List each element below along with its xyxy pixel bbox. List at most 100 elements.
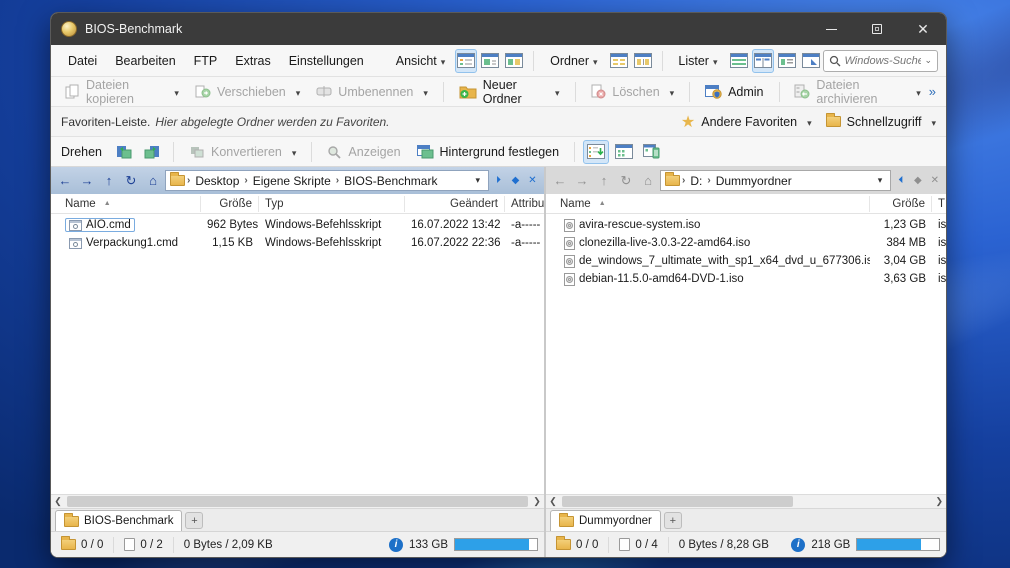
cleanup-button[interactable] xyxy=(639,140,665,164)
move-files-button[interactable]: Verschieben xyxy=(187,79,308,105)
menu-ansicht-label: Ansicht xyxy=(395,53,437,68)
chevron-down-icon[interactable]: ▾ xyxy=(874,175,887,186)
windows-search-box[interactable]: ⌄ xyxy=(822,49,939,72)
close-button[interactable]: ✕ xyxy=(900,13,946,45)
scroll-left-icon[interactable]: ❮ xyxy=(51,496,65,507)
folder-tree-button[interactable] xyxy=(632,49,654,73)
file-row[interactable]: avira-rescue-system.iso 1,23 GB is xyxy=(546,216,946,234)
left-horizontal-scrollbar[interactable]: ❮ ❯ xyxy=(51,494,544,508)
breadcrumb-eigene-skripte[interactable]: Eigene Skripte xyxy=(250,174,334,188)
right-horizontal-scrollbar[interactable]: ❮ ❯ xyxy=(546,494,946,508)
new-tab-button[interactable]: + xyxy=(663,512,682,529)
home-button[interactable]: ⌂ xyxy=(143,173,163,188)
menu-bearbeiten[interactable]: Bearbeiten xyxy=(106,54,184,68)
set-background-button[interactable]: Hintergrund festlegen xyxy=(409,139,568,165)
column-type[interactable]: Typ xyxy=(259,195,405,212)
view-image-button[interactable]: Anzeigen xyxy=(319,139,408,165)
group-options-button[interactable] xyxy=(611,140,637,164)
pane-close-button[interactable]: ✕ xyxy=(927,175,942,186)
chevron-down-icon xyxy=(803,115,812,129)
pane-lock-button[interactable]: ⏵ xyxy=(491,175,506,186)
left-breadcrumb[interactable]: › Desktop › Eigene Skripte › BIOS-Benchm… xyxy=(165,170,489,191)
scrollbar-track[interactable] xyxy=(65,495,530,508)
lister-preview-button[interactable] xyxy=(800,49,822,73)
rotate-left-button[interactable] xyxy=(111,140,137,164)
file-row[interactable]: Verpackung1.cmd 1,15 KB Windows-Befehlss… xyxy=(51,234,544,252)
copy-files-button[interactable]: Dateien kopieren xyxy=(57,77,187,106)
file-row[interactable]: debian-11.5.0-amd64-DVD-1.iso 3,63 GB is xyxy=(546,270,946,288)
breadcrumb-bios-benchmark[interactable]: BIOS-Benchmark xyxy=(341,174,440,188)
view-list-button[interactable] xyxy=(479,49,501,73)
menu-ftp[interactable]: FTP xyxy=(185,54,227,68)
column-size[interactable]: Größe xyxy=(870,195,932,212)
chevron-down-icon[interactable]: ▾ xyxy=(471,175,484,186)
folder-panel-button[interactable] xyxy=(608,49,630,73)
other-favorites-button[interactable]: ★ Andere Favoriten xyxy=(681,112,812,132)
scroll-right-icon[interactable]: ❯ xyxy=(530,496,544,507)
menu-lister-dropdown[interactable]: Lister xyxy=(669,54,726,68)
rename-button[interactable]: Umbenennen xyxy=(308,79,436,105)
file-row[interactable]: clonezilla-live-3.0.3-22-amd64.iso 384 M… xyxy=(546,234,946,252)
up-button[interactable]: ↑ xyxy=(594,173,614,188)
sort-options-button[interactable] xyxy=(583,139,610,164)
quick-access-button[interactable]: Schnellzugriff xyxy=(825,113,936,129)
forward-button[interactable]: → xyxy=(572,173,592,188)
refresh-button[interactable]: ↻ xyxy=(121,173,141,189)
file-row[interactable]: de_windows_7_ultimate_with_sp1_x64_dvd_u… xyxy=(546,252,946,270)
admin-button[interactable]: Admin xyxy=(697,79,771,105)
breadcrumb-drive-d[interactable]: D: xyxy=(687,174,705,188)
new-folder-button[interactable]: Neuer Ordner xyxy=(451,78,568,106)
lister-list-button[interactable] xyxy=(776,49,798,73)
refresh-button[interactable]: ↻ xyxy=(616,173,636,189)
search-input[interactable] xyxy=(844,54,921,67)
tab-dummyordner[interactable]: Dummyordner xyxy=(550,510,661,531)
back-button[interactable]: ← xyxy=(55,173,75,188)
pane-lock-button[interactable]: ⏴ xyxy=(893,175,908,186)
lister-vertical-button[interactable] xyxy=(751,48,774,73)
column-size[interactable]: Größe xyxy=(201,195,259,212)
right-breadcrumb[interactable]: › D: › Dummyordner ▾ xyxy=(660,170,892,191)
convert-button[interactable]: Konvertieren xyxy=(181,139,304,165)
menu-einstellungen[interactable]: Einstellungen xyxy=(280,54,373,68)
home-button[interactable]: ⌂ xyxy=(638,173,658,188)
scroll-left-icon[interactable]: ❮ xyxy=(546,496,560,507)
column-name[interactable]: Name xyxy=(51,195,201,212)
scrollbar-thumb[interactable] xyxy=(562,496,793,507)
column-modified[interactable]: Geändert xyxy=(405,195,505,212)
scroll-right-icon[interactable]: ❯ xyxy=(932,496,946,507)
column-attr[interactable]: Attribut xyxy=(505,196,544,212)
maximize-button[interactable] xyxy=(854,13,900,45)
pane-swap-button[interactable]: ◆ xyxy=(910,175,925,186)
up-button[interactable]: ↑ xyxy=(99,173,119,188)
menu-ansicht-dropdown[interactable]: Ansicht xyxy=(387,54,455,68)
forward-button[interactable]: → xyxy=(77,173,97,188)
menu-ordner-dropdown[interactable]: Ordner xyxy=(541,54,606,68)
delete-icon xyxy=(590,84,606,99)
tab-bios-benchmark[interactable]: BIOS-Benchmark xyxy=(55,510,183,531)
archive-files-button[interactable]: Dateien archivieren xyxy=(786,78,928,106)
breadcrumb-desktop[interactable]: Desktop xyxy=(192,174,242,188)
lister-horizontal-button[interactable] xyxy=(728,49,750,73)
menu-extras[interactable]: Extras xyxy=(226,54,279,68)
breadcrumb-dummyordner[interactable]: Dummyordner xyxy=(713,174,795,188)
delete-button[interactable]: Löschen xyxy=(582,79,682,105)
info-icon[interactable] xyxy=(389,537,403,552)
rotate-right-button[interactable] xyxy=(139,140,165,164)
new-tab-button[interactable]: + xyxy=(185,512,204,529)
scrollbar-track[interactable] xyxy=(560,495,932,508)
file-toolbar: Dateien kopieren Verschieben Umbenennen … xyxy=(51,77,946,107)
minimize-button[interactable] xyxy=(808,13,854,45)
menu-datei[interactable]: Datei xyxy=(59,54,106,68)
file-row[interactable]: AIO.cmd 962 Bytes Windows-Befehlsskript … xyxy=(51,216,544,234)
view-details-button[interactable] xyxy=(455,48,478,73)
toolbar-overflow-button[interactable]: » xyxy=(929,84,940,99)
back-button[interactable]: ← xyxy=(550,173,570,188)
copy-label: Dateien kopieren xyxy=(86,77,134,106)
info-icon[interactable] xyxy=(791,537,806,552)
column-type[interactable]: T xyxy=(932,196,946,212)
pane-close-button[interactable]: ✕ xyxy=(525,175,540,186)
scrollbar-thumb[interactable] xyxy=(67,496,528,507)
column-name[interactable]: Name xyxy=(546,195,870,212)
pane-swap-button[interactable]: ◆ xyxy=(508,175,523,186)
view-tiles-button[interactable] xyxy=(503,49,525,73)
